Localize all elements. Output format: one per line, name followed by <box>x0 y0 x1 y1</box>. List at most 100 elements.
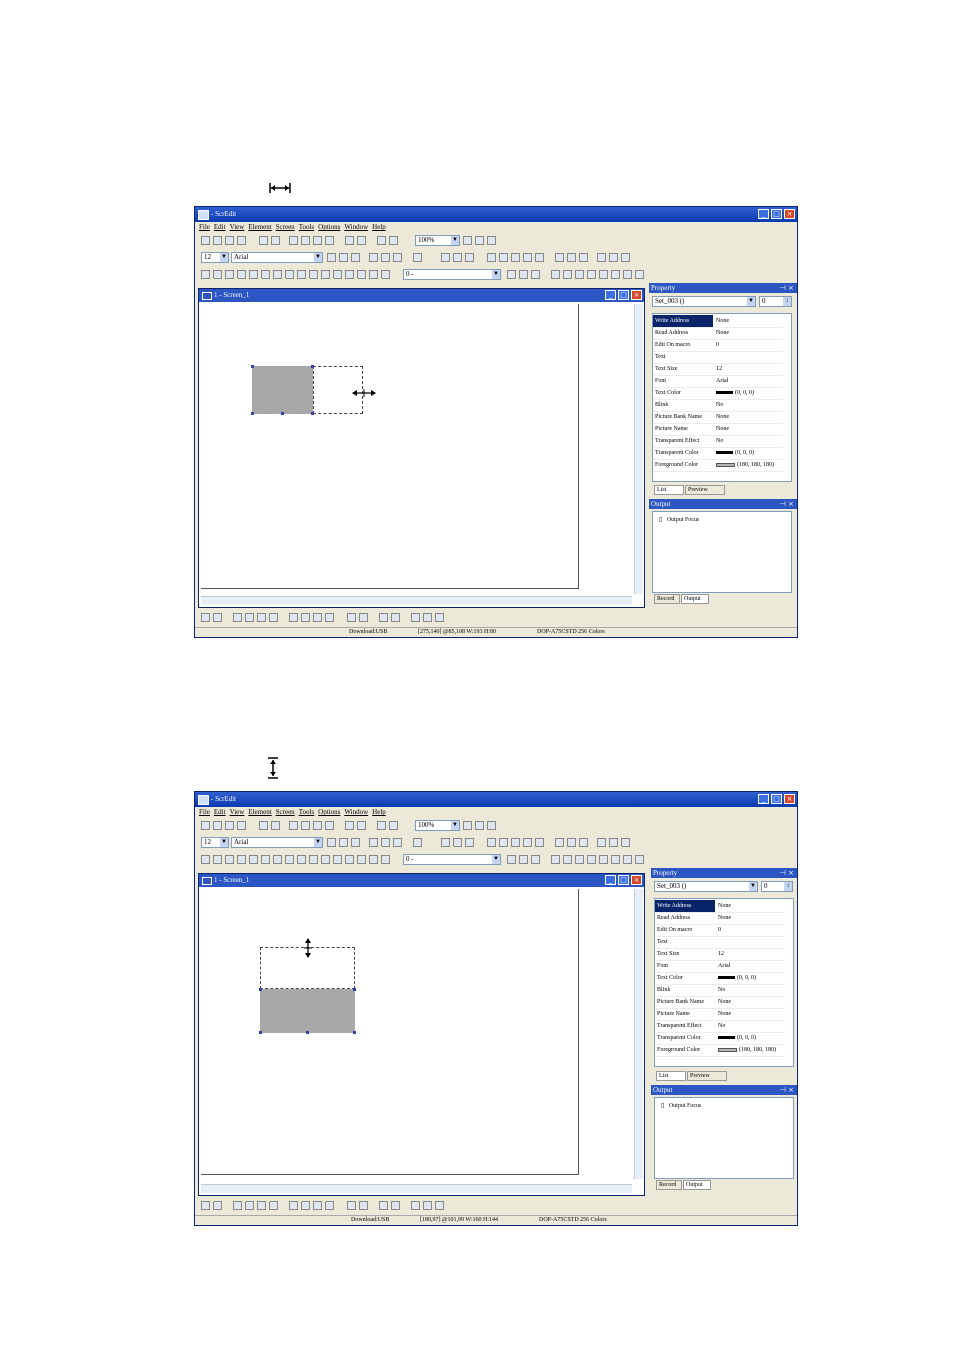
curve-element-icon[interactable] <box>297 855 306 864</box>
move-up-icon[interactable] <box>369 838 378 847</box>
online-icon[interactable] <box>611 270 620 279</box>
close-button[interactable]: × <box>784 794 795 804</box>
center-v-icon[interactable] <box>359 613 368 622</box>
same-width-icon[interactable] <box>379 1201 388 1210</box>
menu-help[interactable]: Help <box>372 807 386 818</box>
panel-pin-close-icon[interactable]: ⊣ × <box>780 868 794 878</box>
space-h-icon[interactable] <box>313 1201 322 1210</box>
copy-icon[interactable] <box>301 821 310 830</box>
upload-icon[interactable] <box>575 270 584 279</box>
vertical-scrollbar[interactable] <box>634 889 643 1179</box>
send-back-icon[interactable] <box>245 1201 254 1210</box>
address-icon[interactable] <box>507 270 516 279</box>
menu-window[interactable]: Window <box>344 807 368 818</box>
crop-icon[interactable] <box>511 838 520 847</box>
arrow-both-icon[interactable] <box>339 253 348 262</box>
new-icon[interactable] <box>201 236 210 245</box>
output-box[interactable]: ▯ Output Focus <box>654 1097 794 1179</box>
snap-icon[interactable] <box>435 1201 444 1210</box>
align-center-icon[interactable] <box>567 838 576 847</box>
menu-options[interactable]: Options <box>318 222 340 233</box>
text-color-icon[interactable] <box>413 838 422 847</box>
select-icon[interactable] <box>499 253 508 262</box>
restore-button[interactable]: □ <box>771 209 782 219</box>
grid-icon[interactable] <box>423 613 432 622</box>
minimize-button[interactable]: _ <box>758 794 769 804</box>
property-grid[interactable]: Write Address None Read Address None Edit … <box>654 898 794 1067</box>
lock-icon[interactable] <box>531 270 540 279</box>
bar-element-icon[interactable] <box>225 855 234 864</box>
next-screen-icon[interactable] <box>563 855 572 864</box>
resize-handle[interactable] <box>353 1031 356 1034</box>
copy-icon[interactable] <box>301 236 310 245</box>
editing-canvas[interactable] <box>201 889 579 1175</box>
zoom-out-icon[interactable] <box>475 821 484 830</box>
zoom-fit-icon[interactable] <box>487 236 496 245</box>
button-element-icon[interactable] <box>201 270 210 279</box>
same-height-icon[interactable] <box>391 613 400 622</box>
exit-icon[interactable] <box>635 270 644 279</box>
align-middle-icon[interactable] <box>609 253 618 262</box>
export-icon[interactable] <box>237 821 246 830</box>
menu-file[interactable]: File <box>199 807 210 818</box>
simulate-icon[interactable] <box>599 855 608 864</box>
meter-element-icon[interactable] <box>213 270 222 279</box>
pencil-icon[interactable] <box>487 838 496 847</box>
calendar-element-icon[interactable] <box>357 270 366 279</box>
simulate-icon[interactable] <box>599 270 608 279</box>
bar-element-icon[interactable] <box>225 270 234 279</box>
doc-restore-button[interactable]: □ <box>618 875 629 885</box>
picture-element-icon[interactable] <box>345 855 354 864</box>
send-backward-icon[interactable] <box>269 1201 278 1210</box>
doc-close-button[interactable]: × <box>631 875 642 885</box>
menu-element[interactable]: Element <box>248 807 271 818</box>
prev-screen-icon[interactable] <box>551 270 560 279</box>
distribute-h-icon[interactable] <box>289 613 298 622</box>
calendar-element-icon[interactable] <box>357 855 366 864</box>
address-icon[interactable] <box>507 855 516 864</box>
layer-select[interactable]: 0 - ▼ <box>403 269 501 280</box>
exit-icon[interactable] <box>635 855 644 864</box>
group-icon[interactable] <box>523 838 532 847</box>
cut-icon[interactable] <box>289 236 298 245</box>
transfer-icon[interactable] <box>587 270 596 279</box>
panel-pin-close-icon[interactable]: ⊣ × <box>780 499 794 509</box>
move-updown-icon[interactable] <box>381 253 390 262</box>
motor-element-icon[interactable] <box>249 855 258 864</box>
zoom-fit-icon[interactable] <box>487 821 496 830</box>
object-select[interactable]: Set_003 () ▼ <box>654 881 758 892</box>
save-icon[interactable] <box>225 821 234 830</box>
menu-tools[interactable]: Tools <box>299 807 314 818</box>
paste-icon[interactable] <box>313 821 322 830</box>
editing-canvas[interactable] <box>201 304 579 589</box>
drawing-element-icon[interactable] <box>381 270 390 279</box>
font-size-select[interactable]: 12 ▼ <box>201 252 229 263</box>
compile-icon[interactable] <box>377 236 386 245</box>
align-middle-icon[interactable] <box>609 838 618 847</box>
move-down-icon[interactable] <box>393 838 402 847</box>
align-right-icon[interactable] <box>579 838 588 847</box>
align-top-icon[interactable] <box>597 253 606 262</box>
redo-icon[interactable] <box>271 236 280 245</box>
selected-shape[interactable] <box>260 989 355 1033</box>
property-grid[interactable]: Write Address None Read Address None Edit … <box>652 313 792 482</box>
horizontal-scrollbar[interactable] <box>201 596 632 605</box>
menu-options[interactable]: Options <box>318 807 340 818</box>
align-left-icon[interactable] <box>555 838 564 847</box>
menu-view[interactable]: View <box>230 222 245 233</box>
tab-list[interactable]: List <box>656 1071 686 1081</box>
space-h-icon[interactable] <box>313 613 322 622</box>
same-size-icon[interactable] <box>411 1201 420 1210</box>
menu-screen[interactable]: Screen <box>276 807 295 818</box>
ungroup-icon[interactable] <box>535 838 544 847</box>
restore-button[interactable]: □ <box>771 794 782 804</box>
order-icon[interactable] <box>213 1201 222 1210</box>
transfer-icon[interactable] <box>587 855 596 864</box>
font-size-select[interactable]: 12 ▼ <box>201 837 229 848</box>
property-row[interactable]: Foreground Color (180, 180, 180) <box>653 459 783 472</box>
resize-handle[interactable] <box>259 988 262 991</box>
redo-icon[interactable] <box>271 821 280 830</box>
font-name-select[interactable]: Arial ▼ <box>231 252 323 263</box>
object-index-spinner[interactable]: 0 ↕ <box>761 881 793 892</box>
sampling-element-icon[interactable] <box>309 270 318 279</box>
